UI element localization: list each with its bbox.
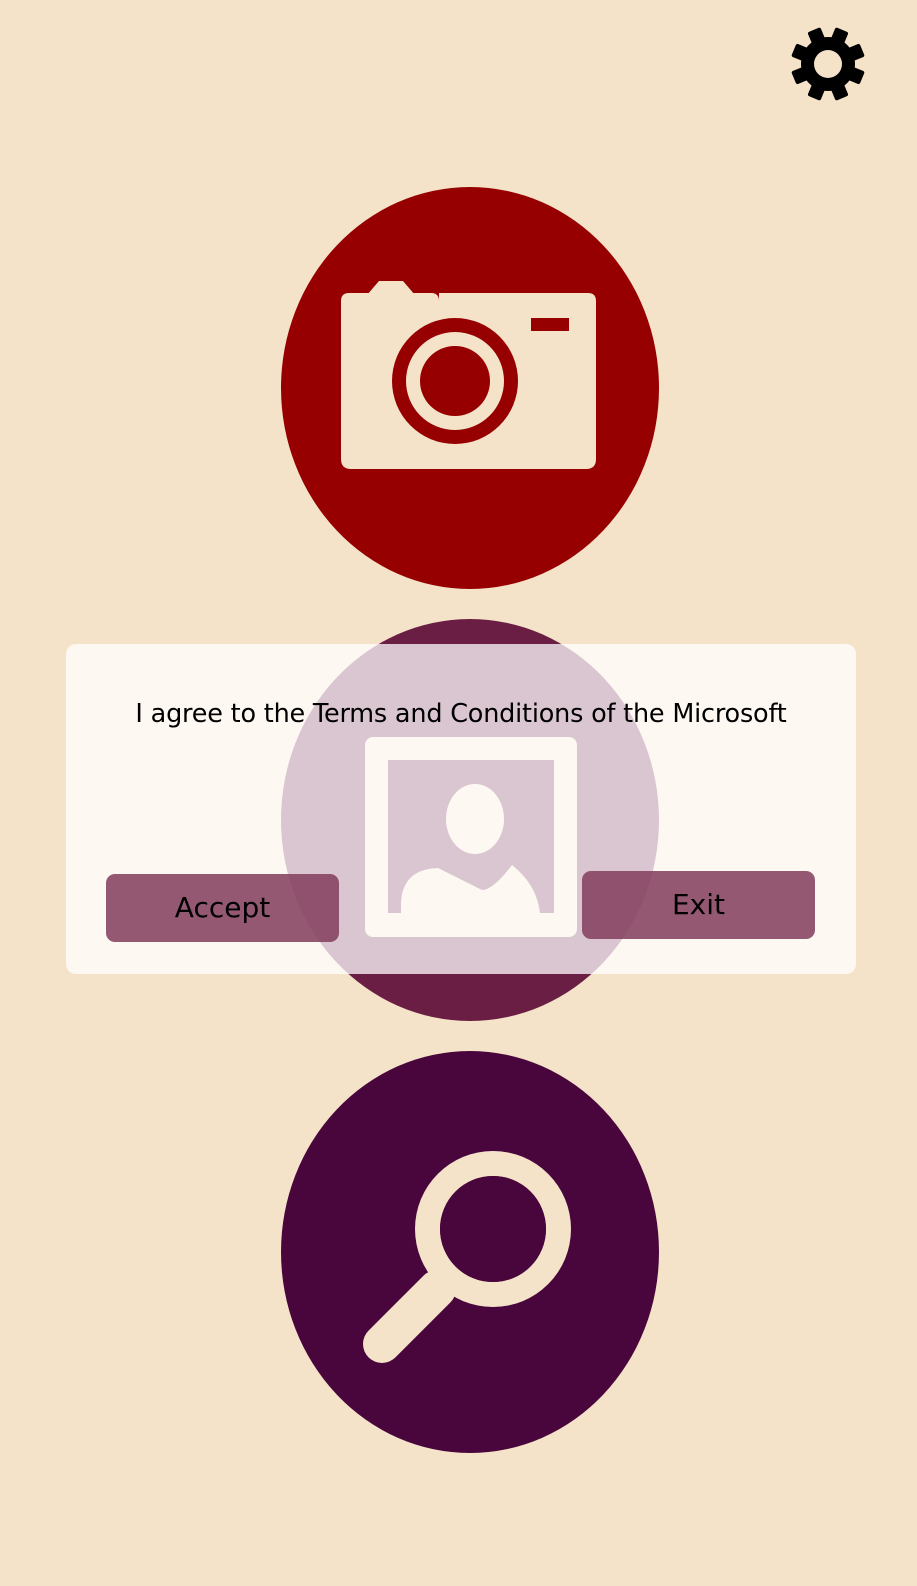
terms-message: I agree to the Terms and Conditions of t… bbox=[135, 699, 787, 729]
accept-button[interactable]: Accept bbox=[106, 874, 339, 942]
search-button[interactable] bbox=[281, 1051, 659, 1453]
camera-icon bbox=[341, 281, 596, 469]
terms-dialog: I agree to the Terms and Conditions of t… bbox=[66, 644, 856, 974]
search-icon bbox=[363, 1151, 571, 1363]
gear-icon bbox=[791, 27, 865, 101]
exit-button[interactable]: Exit bbox=[582, 871, 815, 939]
camera-button[interactable] bbox=[281, 187, 659, 589]
app-screen: I agree to the Terms and Conditions of t… bbox=[0, 0, 917, 1586]
settings-button[interactable] bbox=[790, 26, 866, 102]
